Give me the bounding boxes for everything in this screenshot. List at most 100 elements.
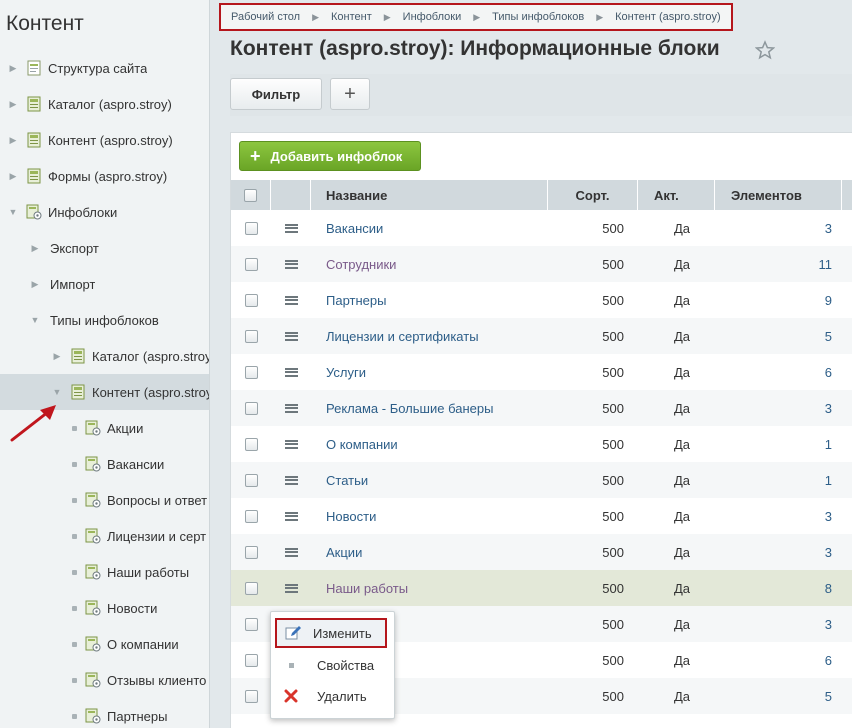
sidebar-item-forms[interactable]: ▶ Формы (aspro.stroy) bbox=[0, 158, 209, 194]
row-checkbox[interactable] bbox=[244, 257, 258, 271]
menu-icon[interactable] bbox=[284, 295, 298, 305]
menu-icon[interactable] bbox=[284, 475, 298, 485]
row-checkbox[interactable] bbox=[244, 689, 258, 703]
row-checkbox[interactable] bbox=[244, 653, 258, 667]
table-row[interactable]: Статьи 500 Да 1 bbox=[231, 462, 852, 498]
row-checkbox[interactable] bbox=[244, 581, 258, 595]
iblock-name-link[interactable]: О компании bbox=[311, 426, 548, 462]
row-checkbox[interactable] bbox=[244, 545, 258, 559]
row-actions[interactable] bbox=[271, 282, 311, 318]
context-menu-properties[interactable]: Свойства bbox=[271, 650, 396, 680]
iblock-elements-count[interactable]: 1 bbox=[715, 426, 842, 462]
table-row[interactable]: Партнеры 500 Да 9 bbox=[231, 282, 852, 318]
iblock-elements-count[interactable]: 11 bbox=[715, 246, 842, 282]
iblock-name-link[interactable]: Акции bbox=[311, 534, 548, 570]
chevron-down-icon[interactable]: ▼ bbox=[52, 387, 62, 397]
row-checkbox[interactable] bbox=[244, 509, 258, 523]
menu-icon[interactable] bbox=[284, 583, 298, 593]
iblock-name-link[interactable]: Новости bbox=[311, 498, 548, 534]
table-row[interactable]: Вакансии 500 Да 3 bbox=[231, 210, 852, 246]
iblock-name-link[interactable]: Лицензии и сертификаты bbox=[311, 318, 548, 354]
chevron-right-icon[interactable]: ▶ bbox=[8, 171, 18, 181]
iblock-elements-count[interactable]: 6 bbox=[715, 354, 842, 390]
row-actions[interactable] bbox=[271, 318, 311, 354]
chevron-right-icon[interactable]: ▶ bbox=[8, 135, 18, 145]
iblock-elements-count[interactable]: 5 bbox=[715, 678, 842, 714]
row-select[interactable] bbox=[231, 534, 271, 570]
iblock-elements-count[interactable]: 3 bbox=[715, 210, 842, 246]
row-select[interactable] bbox=[231, 426, 271, 462]
column-header-sort[interactable]: Сорт. bbox=[548, 180, 638, 210]
row-select[interactable] bbox=[231, 390, 271, 426]
iblock-elements-count[interactable]: 1 bbox=[715, 462, 842, 498]
row-actions[interactable] bbox=[271, 246, 311, 282]
sidebar-item-news[interactable]: Новости bbox=[0, 590, 209, 626]
table-row[interactable]: Сотрудники 500 Да 11 bbox=[231, 246, 852, 282]
sidebar-item-partners[interactable]: Партнеры bbox=[0, 698, 209, 728]
iblock-elements-count[interactable]: 8 bbox=[715, 570, 842, 606]
iblock-name-link[interactable]: Вакансии bbox=[311, 210, 548, 246]
row-select[interactable] bbox=[231, 570, 271, 606]
context-menu-edit[interactable]: Изменить bbox=[275, 618, 387, 648]
row-checkbox[interactable] bbox=[244, 293, 258, 307]
iblock-name-link[interactable]: Реклама - Большие банеры bbox=[311, 390, 548, 426]
row-actions[interactable] bbox=[271, 498, 311, 534]
row-actions[interactable] bbox=[271, 354, 311, 390]
add-iblock-button[interactable]: + Добавить инфоблок bbox=[239, 141, 421, 171]
row-checkbox[interactable] bbox=[244, 365, 258, 379]
sidebar-item-content[interactable]: ▶ Контент (aspro.stroy) bbox=[0, 122, 209, 158]
row-checkbox[interactable] bbox=[244, 329, 258, 343]
menu-icon[interactable] bbox=[284, 439, 298, 449]
row-checkbox[interactable] bbox=[244, 617, 258, 631]
table-row[interactable]: Реклама - Большие банеры 500 Да 3 bbox=[231, 390, 852, 426]
iblock-elements-count[interactable]: 3 bbox=[715, 498, 842, 534]
row-actions[interactable] bbox=[271, 210, 311, 246]
chevron-down-icon[interactable]: ▼ bbox=[8, 207, 18, 217]
context-menu-delete[interactable]: Удалить bbox=[271, 681, 396, 711]
row-checkbox[interactable] bbox=[244, 401, 258, 415]
row-select[interactable] bbox=[231, 678, 271, 714]
chevron-right-icon[interactable]: ▶ bbox=[52, 351, 62, 361]
sidebar-item-about[interactable]: О компании bbox=[0, 626, 209, 662]
sidebar-item-export[interactable]: ▶ Экспорт bbox=[0, 230, 209, 266]
row-actions[interactable] bbox=[271, 570, 311, 606]
sidebar-item-import[interactable]: ▶ Импорт bbox=[0, 266, 209, 302]
row-actions[interactable] bbox=[271, 426, 311, 462]
row-select[interactable] bbox=[231, 210, 271, 246]
menu-icon[interactable] bbox=[284, 547, 298, 557]
iblock-elements-count[interactable]: 6 bbox=[715, 642, 842, 678]
select-all-checkbox[interactable] bbox=[244, 188, 257, 202]
menu-icon[interactable] bbox=[284, 403, 298, 413]
sidebar-item-licenses[interactable]: Лицензии и серт bbox=[0, 518, 209, 554]
iblock-elements-count[interactable]: 9 bbox=[715, 282, 842, 318]
menu-icon[interactable] bbox=[284, 331, 298, 341]
sidebar-item-iblocks[interactable]: ▼ Инфоблоки bbox=[0, 194, 209, 230]
iblock-name-link[interactable]: Партнеры bbox=[311, 282, 548, 318]
row-actions[interactable] bbox=[271, 462, 311, 498]
sidebar-item-iblock-types[interactable]: ▼ Типы инфоблоков bbox=[0, 302, 209, 338]
row-select[interactable] bbox=[231, 246, 271, 282]
breadcrumb-item-desktop[interactable]: Рабочий стол bbox=[231, 11, 300, 23]
sidebar-item-faq[interactable]: Вопросы и ответ bbox=[0, 482, 209, 518]
sidebar-item-vacancies[interactable]: Вакансии bbox=[0, 446, 209, 482]
row-select[interactable] bbox=[231, 498, 271, 534]
column-header-active[interactable]: Акт. bbox=[638, 180, 715, 210]
chevron-right-icon[interactable]: ▶ bbox=[30, 243, 40, 253]
table-row[interactable]: О компании 500 Да 1 bbox=[231, 426, 852, 462]
row-checkbox[interactable] bbox=[244, 473, 258, 487]
breadcrumb-item-current[interactable]: Контент (aspro.stroy) bbox=[615, 11, 721, 23]
menu-icon[interactable] bbox=[284, 223, 298, 233]
table-row[interactable]: Акции 500 Да 3 bbox=[231, 534, 852, 570]
row-checkbox[interactable] bbox=[244, 437, 258, 451]
table-row[interactable]: Услуги 500 Да 6 bbox=[231, 354, 852, 390]
iblock-elements-count[interactable]: 3 bbox=[715, 534, 842, 570]
iblock-name-link[interactable]: Наши работы bbox=[311, 570, 548, 606]
menu-icon[interactable] bbox=[284, 367, 298, 377]
iblock-elements-count[interactable]: 3 bbox=[715, 390, 842, 426]
table-row[interactable]: Новости 500 Да 3 bbox=[231, 498, 852, 534]
sidebar-item-works[interactable]: Наши работы bbox=[0, 554, 209, 590]
star-icon[interactable] bbox=[755, 40, 775, 60]
breadcrumb-item-iblocks[interactable]: Инфоблоки bbox=[403, 11, 462, 23]
row-select[interactable] bbox=[231, 354, 271, 390]
sidebar-item-catalog[interactable]: ▶ Каталог (aspro.stroy) bbox=[0, 86, 209, 122]
